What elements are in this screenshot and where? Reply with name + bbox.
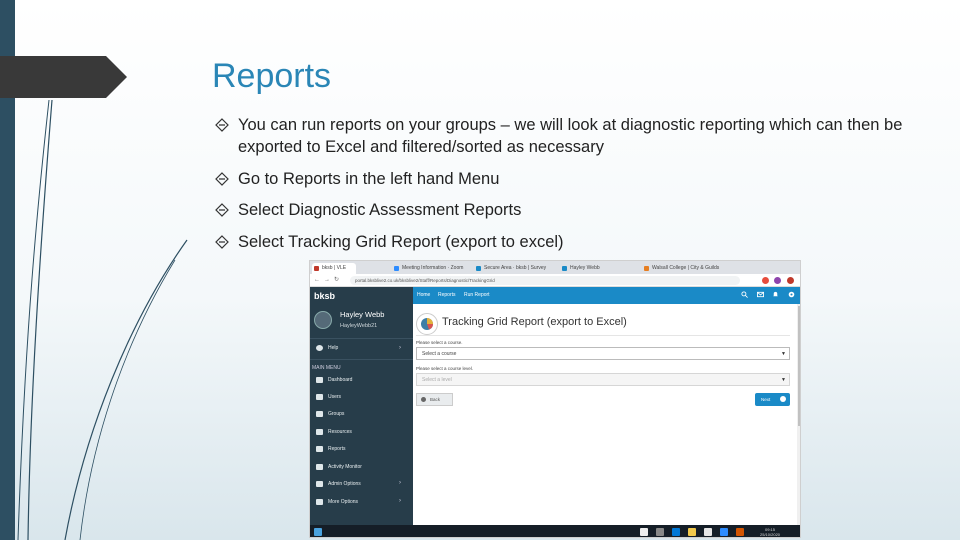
chevron-right-icon: › <box>399 498 401 504</box>
pie-chart-icon <box>416 313 438 335</box>
brand-logo[interactable]: bksb <box>314 291 335 301</box>
zoom-icon[interactable] <box>720 528 728 536</box>
sidebar-item-users[interactable]: Users <box>316 392 341 402</box>
back-icon[interactable]: ← <box>314 277 320 284</box>
dashboard-icon <box>316 377 323 383</box>
browser-tab[interactable]: Walsall College | City & Guilds <box>642 263 722 274</box>
embedded-screenshot: bksb | VLE Meeting Information · Zoom Se… <box>309 260 801 538</box>
title-tab-shape <box>0 56 127 98</box>
topbar-link-home[interactable]: Home <box>417 292 430 298</box>
chevron-right-icon: › <box>399 480 401 486</box>
settings-icon[interactable] <box>788 291 795 298</box>
user-name: Hayley Webb <box>340 310 385 319</box>
browser-tab-strip: bksb | VLE Meeting Information · Zoom Se… <box>310 261 800 274</box>
windows-taskbar: 09:15 25/10/2020 <box>310 525 800 537</box>
powerpoint-icon[interactable] <box>736 528 744 536</box>
groups-icon <box>316 411 323 417</box>
file-explorer-icon[interactable] <box>688 528 696 536</box>
diamond-bullet-icon <box>215 118 229 132</box>
bullet-item: You can run reports on your groups – we … <box>214 114 914 158</box>
level-select[interactable]: Select a level ▼ <box>416 373 790 386</box>
bullet-list: You can run reports on your groups – we … <box>214 114 914 262</box>
menu-heading: MAIN MENU <box>312 365 341 371</box>
topbar-link-reports[interactable]: Reports <box>438 292 456 298</box>
sidebar-item-reports[interactable]: Reports <box>316 444 346 454</box>
browser-tab[interactable]: bksb | VLE <box>312 263 356 274</box>
chevron-right-icon: › <box>399 345 401 351</box>
next-arrow-icon <box>780 396 786 402</box>
sidebar-item-activity-monitor[interactable]: Activity Monitor <box>316 462 362 472</box>
chrome-icon[interactable] <box>704 528 712 536</box>
bullet-item: Go to Reports in the left hand Menu <box>214 168 914 190</box>
caret-down-icon: ▼ <box>781 377 786 383</box>
favicon-icon <box>562 266 567 271</box>
edge-icon[interactable] <box>672 528 680 536</box>
topbar-link-run-report[interactable]: Run Report <box>464 292 490 298</box>
avatar[interactable] <box>314 311 332 329</box>
help-icon <box>316 345 323 351</box>
activity-icon <box>316 464 323 470</box>
back-button[interactable]: Back <box>416 393 453 406</box>
favicon-icon <box>644 266 649 271</box>
sidebar-item-help[interactable]: Help <box>316 343 338 353</box>
course-select[interactable]: Select a course ▼ <box>416 347 790 360</box>
divider <box>310 359 413 360</box>
bullet-item: Select Diagnostic Assessment Reports <box>214 199 914 221</box>
search-icon[interactable] <box>741 291 748 298</box>
sidebar-item-more-options[interactable]: More Options <box>316 497 358 507</box>
scrollbar-thumb[interactable] <box>798 306 800 426</box>
slide-title: Reports <box>212 57 332 95</box>
bullet-text: You can run reports on your groups – we … <box>238 116 903 156</box>
reload-icon[interactable]: ↻ <box>334 277 339 284</box>
bullet-text: Select Diagnostic Assessment Reports <box>238 201 522 219</box>
app-sidebar: bksb Hayley Webb HayleyWebb21 Help › MAI… <box>310 287 413 525</box>
diamond-bullet-icon <box>215 171 229 186</box>
extension-icon[interactable] <box>762 277 769 284</box>
page-title: Tracking Grid Report (export to Excel) <box>442 316 627 328</box>
app-topbar: Home Reports Run Report <box>413 287 800 304</box>
user-icon <box>316 394 323 400</box>
browser-tab[interactable]: Hayley Webb <box>560 263 620 274</box>
task-view-icon[interactable] <box>656 528 664 536</box>
favicon-icon <box>314 266 319 271</box>
profile-avatar-icon[interactable] <box>787 277 794 284</box>
diamond-bullet-icon <box>215 234 229 249</box>
next-button[interactable]: Next <box>755 393 790 406</box>
extension-icon[interactable] <box>774 277 781 284</box>
address-bar-row: ← → ↻ portal.bksblive2.co.uk/bksblive2/S… <box>310 274 800 287</box>
scrollbar[interactable] <box>797 304 800 525</box>
bullet-item: Select Tracking Grid Report (export to e… <box>214 231 914 253</box>
divider <box>416 335 790 336</box>
favicon-icon <box>394 266 399 271</box>
url-field[interactable]: portal.bksblive2.co.uk/bksblive2/Staff/R… <box>350 276 740 285</box>
divider <box>310 338 413 339</box>
mail-icon[interactable] <box>757 291 764 298</box>
level-label: Please select a course level. <box>416 366 474 371</box>
sidebar-item-resources[interactable]: Resources <box>316 427 352 437</box>
browser-tab[interactable]: Meeting Information · Zoom <box>392 263 466 274</box>
reports-icon <box>316 446 323 452</box>
resources-icon <box>316 429 323 435</box>
caret-down-icon: ▼ <box>781 351 786 357</box>
course-label: Please select a course. <box>416 340 463 345</box>
report-panel: Tracking Grid Report (export to Excel) P… <box>413 304 797 525</box>
browser-tab[interactable]: Secure Area · bksb | Survey <box>474 263 548 274</box>
more-icon <box>316 499 323 505</box>
back-arrow-icon <box>421 397 426 402</box>
sidebar-item-admin-options[interactable]: Admin Options <box>316 479 361 489</box>
bullet-text: Go to Reports in the left hand Menu <box>238 169 500 188</box>
favicon-icon <box>476 266 481 271</box>
user-id: HayleyWebb21 <box>340 323 378 329</box>
taskbar-clock[interactable]: 09:15 25/10/2020 <box>760 527 780 537</box>
search-icon[interactable] <box>640 528 648 536</box>
forward-icon[interactable]: → <box>324 277 330 284</box>
sidebar-item-groups[interactable]: Groups <box>316 409 344 419</box>
gear-icon <box>316 481 323 487</box>
diamond-bullet-icon <box>215 203 229 217</box>
sidebar-item-dashboard[interactable]: Dashboard <box>316 375 352 385</box>
windows-start-icon[interactable] <box>314 528 322 536</box>
bell-icon[interactable] <box>772 291 779 298</box>
bullet-text: Select Tracking Grid Report (export to e… <box>238 232 564 251</box>
